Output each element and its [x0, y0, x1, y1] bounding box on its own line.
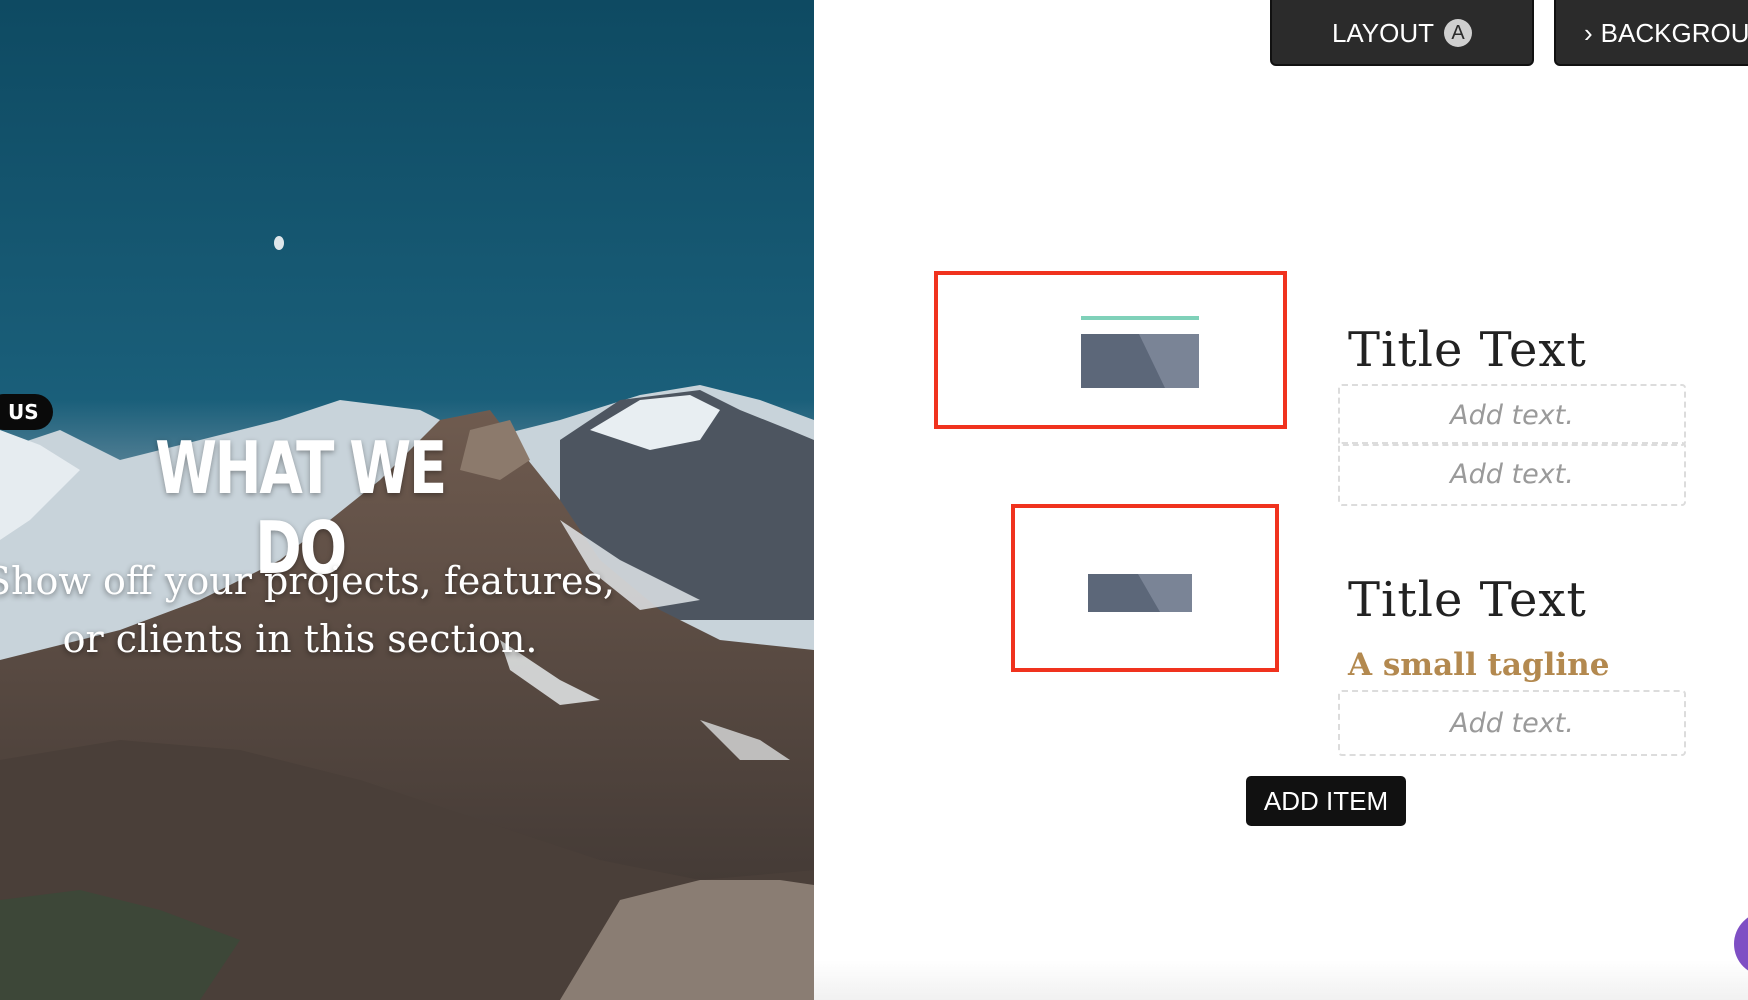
layout-button[interactable]: LAYOUT A [1270, 0, 1534, 66]
item-2-tagline[interactable]: A small tagline [1348, 647, 1609, 683]
hero-section: US WHAT WE DO Show off your projects, fe… [0, 0, 814, 1000]
layout-variant-badge: A [1444, 19, 1473, 47]
background-button-label: BACKGROU [1600, 17, 1748, 48]
image-placeholder-icon [1088, 574, 1192, 612]
item-1-title[interactable]: Title Text [1348, 322, 1587, 378]
chevron-right-icon: › [1584, 17, 1593, 48]
layout-button-label: LAYOUT [1331, 17, 1435, 48]
add-item-button[interactable]: ADD ITEM [1246, 776, 1406, 826]
hero-subtitle[interactable]: Show off your projects, features, or cli… [0, 552, 620, 668]
item-1-text-field-2[interactable]: Add text. [1338, 442, 1686, 506]
item-1-text-field-1[interactable]: Add text. [1338, 384, 1686, 446]
item-2-title[interactable]: Title Text [1348, 572, 1587, 628]
image-placeholder-icon [1081, 316, 1199, 388]
footer-shade [814, 960, 1748, 1000]
background-button[interactable]: › BACKGROU [1554, 0, 1748, 66]
hero-badge[interactable]: US [0, 394, 53, 430]
item-2-text-field-1[interactable]: Add text. [1338, 690, 1686, 756]
